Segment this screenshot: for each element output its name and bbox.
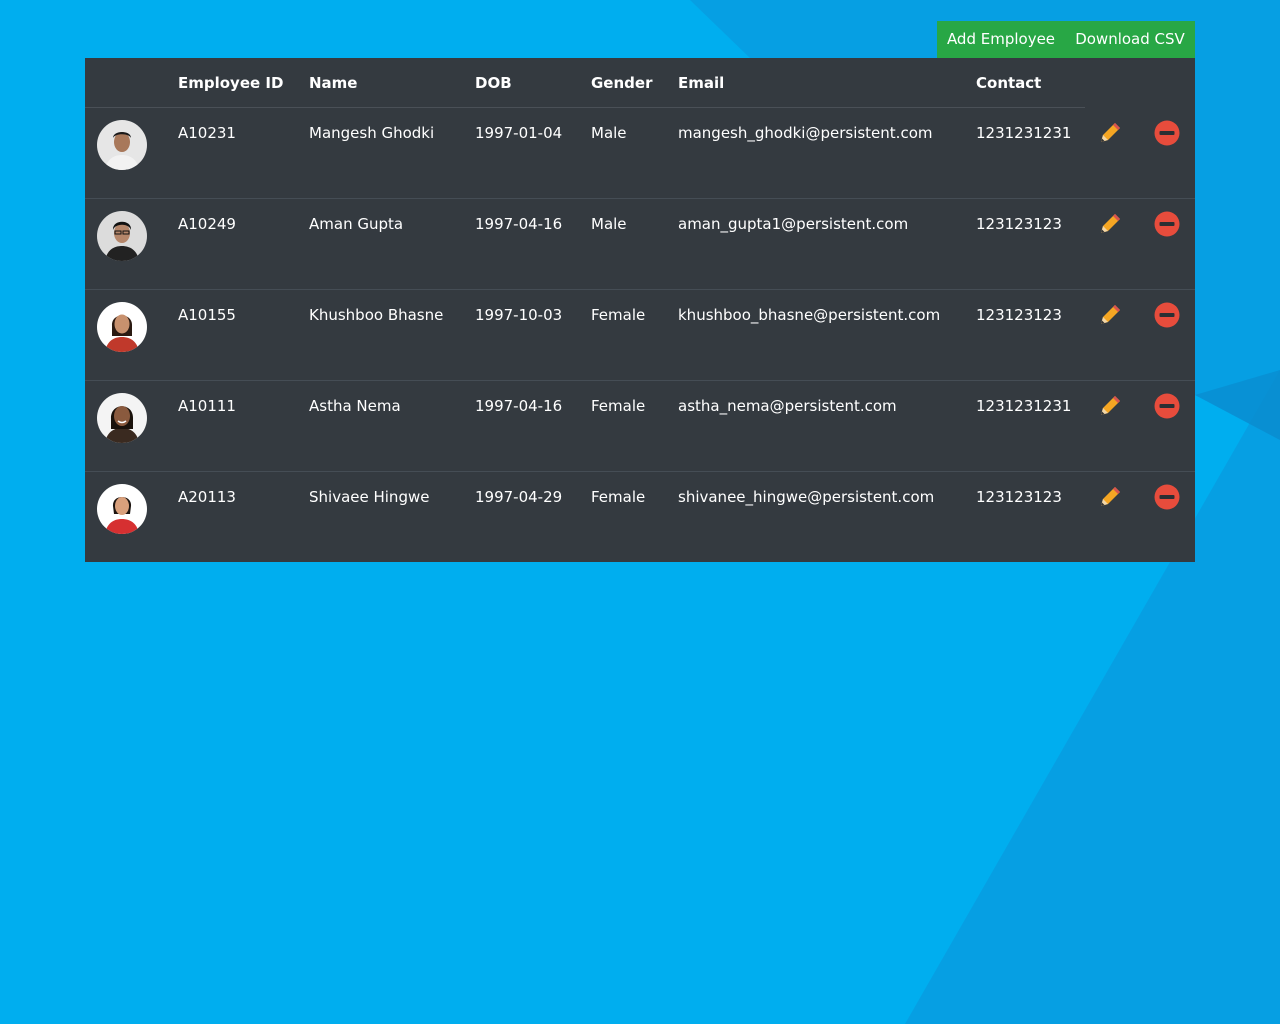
cell-employee-id: A10155	[178, 289, 309, 381]
cell-email: aman_gupta1@persistent.com	[678, 198, 976, 290]
table-header: Employee ID Name DOB Gender Email Contac…	[85, 58, 1195, 108]
avatar	[97, 302, 147, 352]
cell-name: Aman Gupta	[309, 198, 475, 290]
cell-employee-id: A20113	[178, 471, 309, 562]
minus-circle-icon[interactable]	[1154, 302, 1180, 328]
cell-employee-id: A10249	[178, 198, 309, 290]
cell-name: Khushboo Bhasne	[309, 289, 475, 381]
cell-gender: Female	[591, 289, 678, 381]
cell-dob: 1997-04-16	[475, 198, 591, 290]
header-employee-id: Employee ID	[178, 58, 309, 108]
download-csv-button[interactable]: Download CSV	[1065, 21, 1195, 58]
avatar	[97, 484, 147, 534]
pencil-icon[interactable]	[1097, 302, 1123, 328]
cell-contact: 1231231231	[976, 124, 1072, 142]
avatar-cell	[85, 289, 178, 381]
pencil-icon[interactable]	[1097, 484, 1123, 510]
table-row: A20113 Shivaee Hingwe 1997-04-29 Female …	[85, 471, 1195, 562]
cell-dob: 1997-04-29	[475, 471, 591, 562]
cell-contact: 123123123	[976, 198, 1085, 290]
avatar	[97, 211, 147, 261]
header-contact: Contact	[976, 58, 1085, 108]
avatar-cell	[85, 471, 178, 562]
avatar-cell	[85, 380, 178, 472]
header-actions	[1085, 58, 1195, 108]
cell-dob: 1997-01-04	[475, 124, 563, 142]
cell-gender: Female	[591, 471, 678, 562]
header-email: Email	[678, 58, 976, 108]
cell-email: shivanee_hingwe@persistent.com	[678, 471, 976, 562]
actions-cell	[1085, 198, 1195, 290]
avatar-cell	[85, 198, 178, 290]
toolbar: Add Employee Download CSV	[937, 21, 1195, 58]
cell-contact: 123123123	[976, 471, 1085, 562]
header-name: Name	[309, 58, 475, 108]
cell-name: Shivaee Hingwe	[309, 471, 475, 562]
avatar	[97, 120, 147, 170]
employee-table: Employee ID Name DOB Gender Email Contac…	[85, 58, 1195, 562]
actions-cell	[1085, 380, 1195, 472]
minus-circle-icon[interactable]	[1154, 393, 1180, 419]
cell-gender: Male	[591, 198, 678, 290]
add-employee-button[interactable]: Add Employee	[937, 21, 1065, 58]
minus-circle-icon[interactable]	[1154, 211, 1180, 237]
cell-email: khushboo_bhasne@persistent.com	[678, 289, 976, 381]
cell-gender: Female	[591, 380, 678, 472]
cell-contact: 1231231231	[976, 380, 1085, 472]
minus-circle-icon[interactable]	[1154, 484, 1180, 510]
avatar-cell	[85, 108, 178, 199]
header-photo	[85, 58, 178, 108]
minus-circle-icon[interactable]	[1154, 120, 1180, 146]
actions-cell	[1085, 289, 1195, 381]
cell-contact: 123123123	[976, 289, 1085, 381]
pencil-icon[interactable]	[1097, 393, 1123, 419]
cell-dob: 1997-10-03	[475, 289, 591, 381]
cell-dob: 1997-04-16	[475, 380, 591, 472]
actions-cell	[1085, 471, 1195, 562]
cell-employee-id: A10111	[178, 380, 309, 472]
table-row: A10111 Astha Nema 1997-04-16 Female asth…	[85, 380, 1195, 472]
table-body: A10231 Mangesh Ghodki 1997-01-04 Male ma…	[85, 108, 1195, 562]
header-dob: DOB	[475, 58, 591, 108]
pencil-icon[interactable]	[1097, 120, 1123, 146]
cell-email: astha_nema@persistent.com	[678, 380, 976, 472]
cell-gender: Male	[591, 124, 627, 142]
cell-employee-id: A10231	[178, 124, 236, 142]
table-row: A10249 Aman Gupta 1997-04-16 Male aman_g…	[85, 198, 1195, 290]
cell-email: mangesh_ghodki@persistent.com	[678, 124, 933, 142]
avatar	[97, 393, 147, 443]
cell-name: Mangesh Ghodki	[309, 124, 435, 142]
actions-cell	[1085, 108, 1195, 199]
pencil-icon[interactable]	[1097, 211, 1123, 237]
table-row: A10231 Mangesh Ghodki 1997-01-04 Male ma…	[85, 108, 1195, 199]
table-row: A10155 Khushboo Bhasne 1997-10-03 Female…	[85, 289, 1195, 381]
header-gender: Gender	[591, 58, 678, 108]
cell-name: Astha Nema	[309, 380, 475, 472]
